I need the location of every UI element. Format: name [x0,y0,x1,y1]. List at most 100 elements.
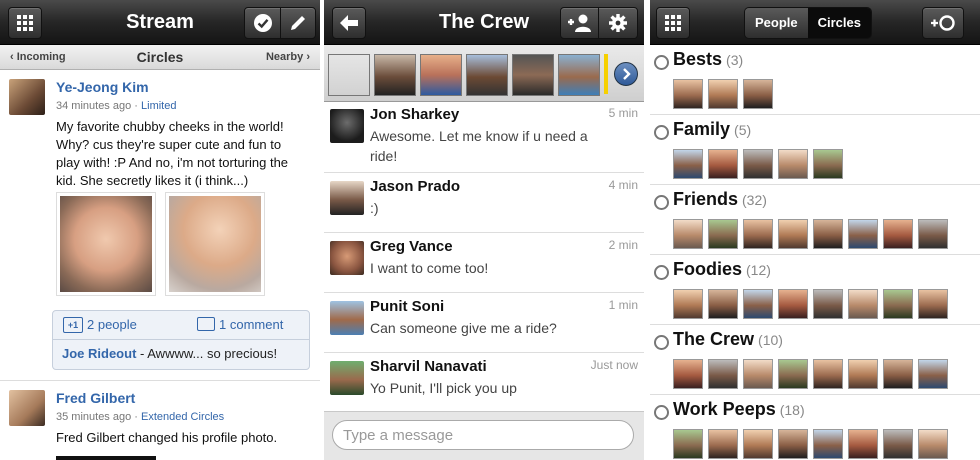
member-avatar[interactable] [778,359,808,389]
avatar[interactable] [330,301,364,335]
member-avatar[interactable] [918,359,948,389]
member-avatar[interactable] [673,359,703,389]
add-person-icon[interactable] [560,7,600,39]
grid-icon[interactable] [656,7,690,39]
message-row[interactable]: Jason Prado 4 min :) [324,173,644,233]
gear-icon[interactable] [598,7,638,39]
post-photo[interactable] [165,192,265,296]
member-avatar[interactable] [813,289,843,319]
avatar[interactable] [9,79,45,115]
message-composer: Type a message [324,411,644,460]
member-avatar[interactable] [883,219,913,249]
member-thumb[interactable] [374,54,416,96]
member-avatar[interactable] [743,79,773,109]
avatar[interactable] [330,181,364,215]
member-avatar[interactable] [743,429,773,459]
post-visibility[interactable]: Extended Circles [141,411,224,423]
plus-one-icon[interactable]: +1 [63,317,83,333]
member-avatar[interactable] [708,219,738,249]
message-row[interactable]: Jon Sharkey 5 min Awesome. Let me know i… [324,101,644,173]
member-avatar[interactable] [848,289,878,319]
member-avatar[interactable] [743,359,773,389]
comment-icon[interactable] [197,317,215,331]
radio-icon[interactable] [654,335,669,350]
member-avatar[interactable] [848,429,878,459]
member-avatar[interactable] [778,289,808,319]
member-avatar[interactable] [918,289,948,319]
radio-icon[interactable] [654,195,669,210]
member-thumb[interactable] [604,54,608,94]
post-photo[interactable] [56,192,156,296]
tab-people[interactable]: People [745,8,808,38]
radio-icon[interactable] [654,405,669,420]
checkin-icon[interactable] [244,7,282,39]
member-thumb[interactable] [466,54,508,96]
post-author[interactable]: Fred Gilbert [56,390,135,406]
crew-header: The Crew [324,0,644,45]
avatar[interactable] [330,241,364,275]
member-avatar[interactable] [813,149,843,179]
member-avatar[interactable] [813,219,843,249]
tab-circles[interactable]: Circles [807,8,871,38]
member-avatar[interactable] [743,219,773,249]
member-avatar[interactable] [883,289,913,319]
circle-title: Friends [673,189,739,209]
message-row[interactable]: Sharvil Nanavati Just now Yo Punit, I'll… [324,353,644,413]
member-avatar[interactable] [673,79,703,109]
message-input[interactable]: Type a message [332,420,634,450]
chevron-right-icon[interactable] [614,62,638,86]
radio-icon[interactable] [654,265,669,280]
member-thumb[interactable] [328,54,370,96]
member-avatar[interactable] [848,219,878,249]
member-avatar[interactable] [673,149,703,179]
member-avatar[interactable] [918,429,948,459]
radio-icon[interactable] [654,55,669,70]
post-visibility[interactable]: Limited [141,100,176,112]
comment-author[interactable]: Joe Rideout [62,346,136,361]
member-avatar[interactable] [708,429,738,459]
message-row[interactable]: Greg Vance 2 min I want to come too! [324,233,644,293]
member-avatar[interactable] [778,149,808,179]
member-avatar[interactable] [778,219,808,249]
member-avatar[interactable] [673,289,703,319]
circle-name: The Crew (10) [673,329,783,350]
avatar[interactable] [330,109,364,143]
nearby-link[interactable]: Nearby › [266,45,310,69]
circle-row[interactable]: Friends (32) [650,185,980,255]
message-text: :) [370,200,379,216]
member-avatar[interactable] [708,359,738,389]
member-thumb[interactable] [558,54,600,96]
member-avatar[interactable] [708,79,738,109]
post-photo[interactable] [56,456,156,460]
avatar[interactable] [9,390,45,426]
add-circle-icon[interactable] [922,7,964,39]
comment-count[interactable]: 1 comment [219,317,283,332]
plus-one-count[interactable]: 2 people [87,317,137,332]
member-avatar[interactable] [743,149,773,179]
post-author[interactable]: Ye-Jeong Kim [56,79,149,95]
member-avatar[interactable] [883,359,913,389]
member-thumb[interactable] [420,54,462,96]
member-thumb[interactable] [512,54,554,96]
circle-row[interactable]: Foodies (12) [650,255,980,325]
circle-row[interactable]: Work Peeps (18) [650,395,980,460]
circle-row[interactable]: Family (5) [650,115,980,185]
member-avatar[interactable] [848,359,878,389]
member-avatar[interactable] [813,429,843,459]
member-avatar[interactable] [673,429,703,459]
radio-icon[interactable] [654,125,669,140]
member-avatar[interactable] [813,359,843,389]
circle-count: (3) [726,52,744,68]
circle-row[interactable]: Bests (3) [650,45,980,115]
member-avatar[interactable] [918,219,948,249]
member-avatar[interactable] [778,429,808,459]
member-avatar[interactable] [708,149,738,179]
member-avatar[interactable] [708,289,738,319]
member-avatar[interactable] [673,219,703,249]
circle-row[interactable]: The Crew (10) [650,325,980,395]
member-avatar[interactable] [743,289,773,319]
avatar[interactable] [330,361,364,395]
member-avatar[interactable] [883,429,913,459]
compose-icon[interactable] [280,7,316,39]
message-row[interactable]: Punit Soni 1 min Can someone give me a r… [324,293,644,353]
